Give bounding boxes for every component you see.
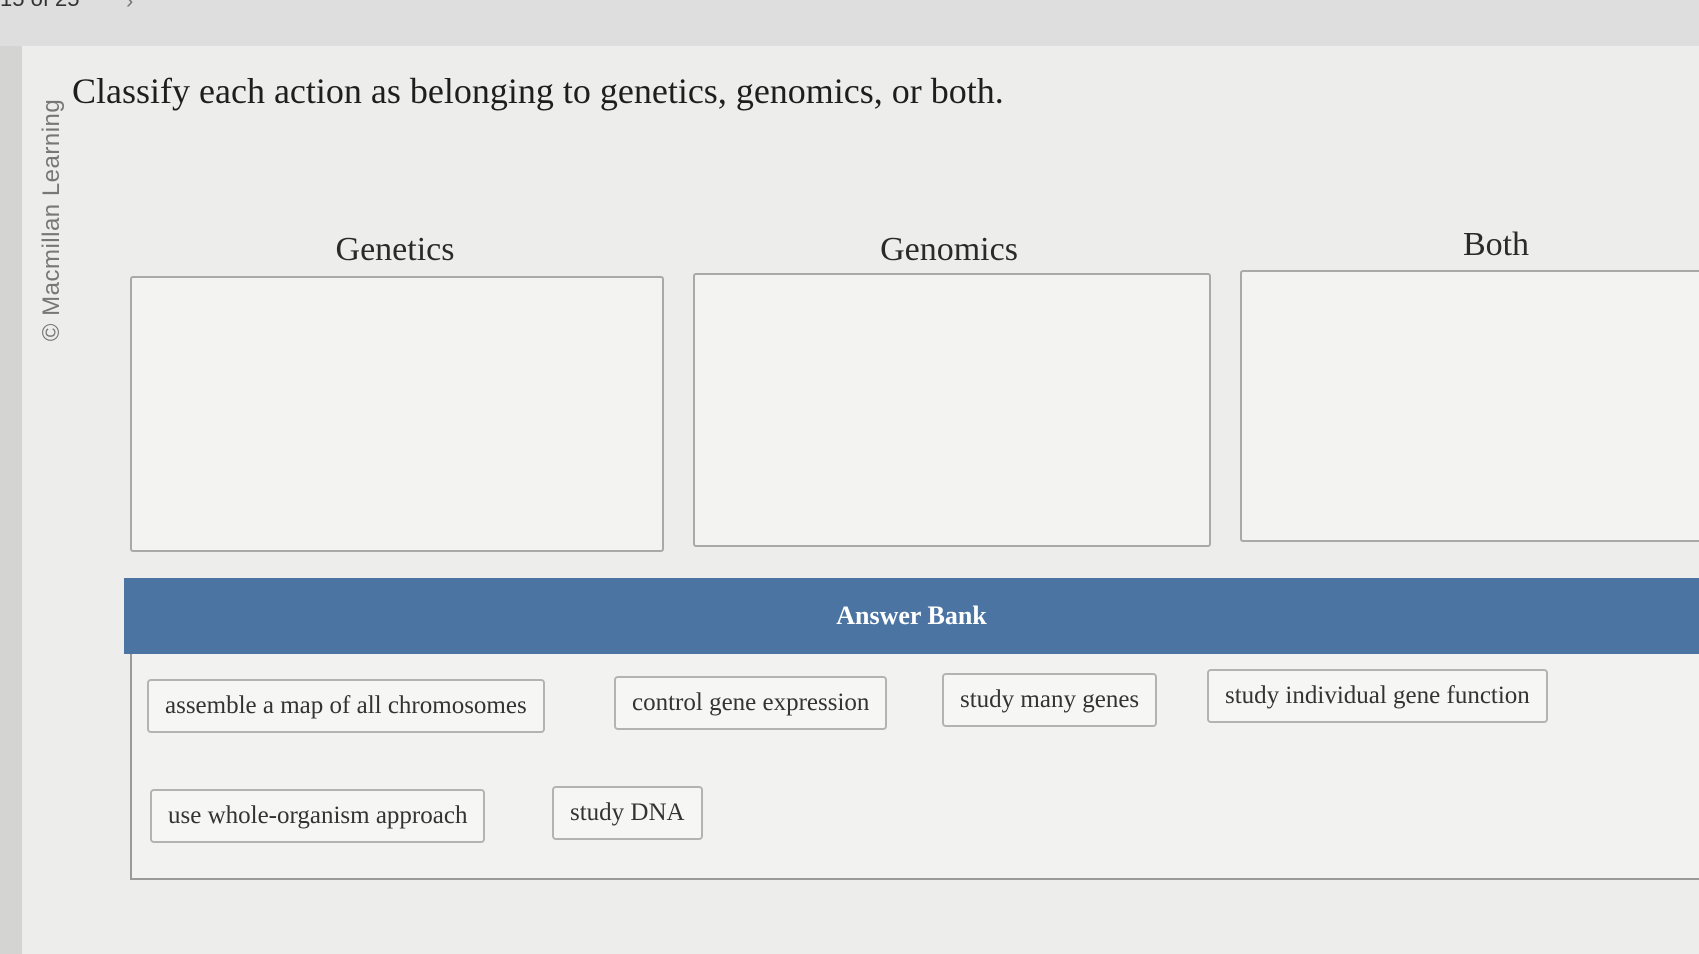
next-chevron-icon[interactable]: ›	[126, 0, 133, 14]
answer-bank-header: Answer Bank	[124, 578, 1699, 654]
answer-chip[interactable]: assemble a map of all chromosomes	[147, 679, 545, 733]
answer-chip[interactable]: study DNA	[552, 786, 703, 840]
question-counter: 15 of 25	[0, 0, 80, 12]
answer-bank-title: Answer Bank	[836, 601, 987, 630]
answer-chip[interactable]: study many genes	[942, 673, 1158, 727]
answer-chip[interactable]: study individual gene function	[1207, 669, 1548, 723]
category-title-both: Both	[1462, 226, 1530, 263]
answer-chip[interactable]: control gene expression	[614, 676, 888, 730]
category-title-genomics: Genomics	[880, 231, 1018, 268]
question-prompt: Classify each action as belonging to gen…	[72, 71, 1004, 111]
left-rail	[0, 46, 22, 954]
drop-zone-both[interactable]	[1240, 270, 1699, 542]
copyright-label: © Macmillan Learning	[38, 98, 65, 342]
drop-zone-genetics[interactable]	[130, 276, 664, 552]
drop-zone-genomics[interactable]	[693, 273, 1211, 547]
answer-chip[interactable]: use whole-organism approach	[150, 789, 486, 843]
category-title-genetics: Genetics	[335, 231, 455, 268]
top-strip: 15 of 25 ›	[0, 0, 1699, 46]
